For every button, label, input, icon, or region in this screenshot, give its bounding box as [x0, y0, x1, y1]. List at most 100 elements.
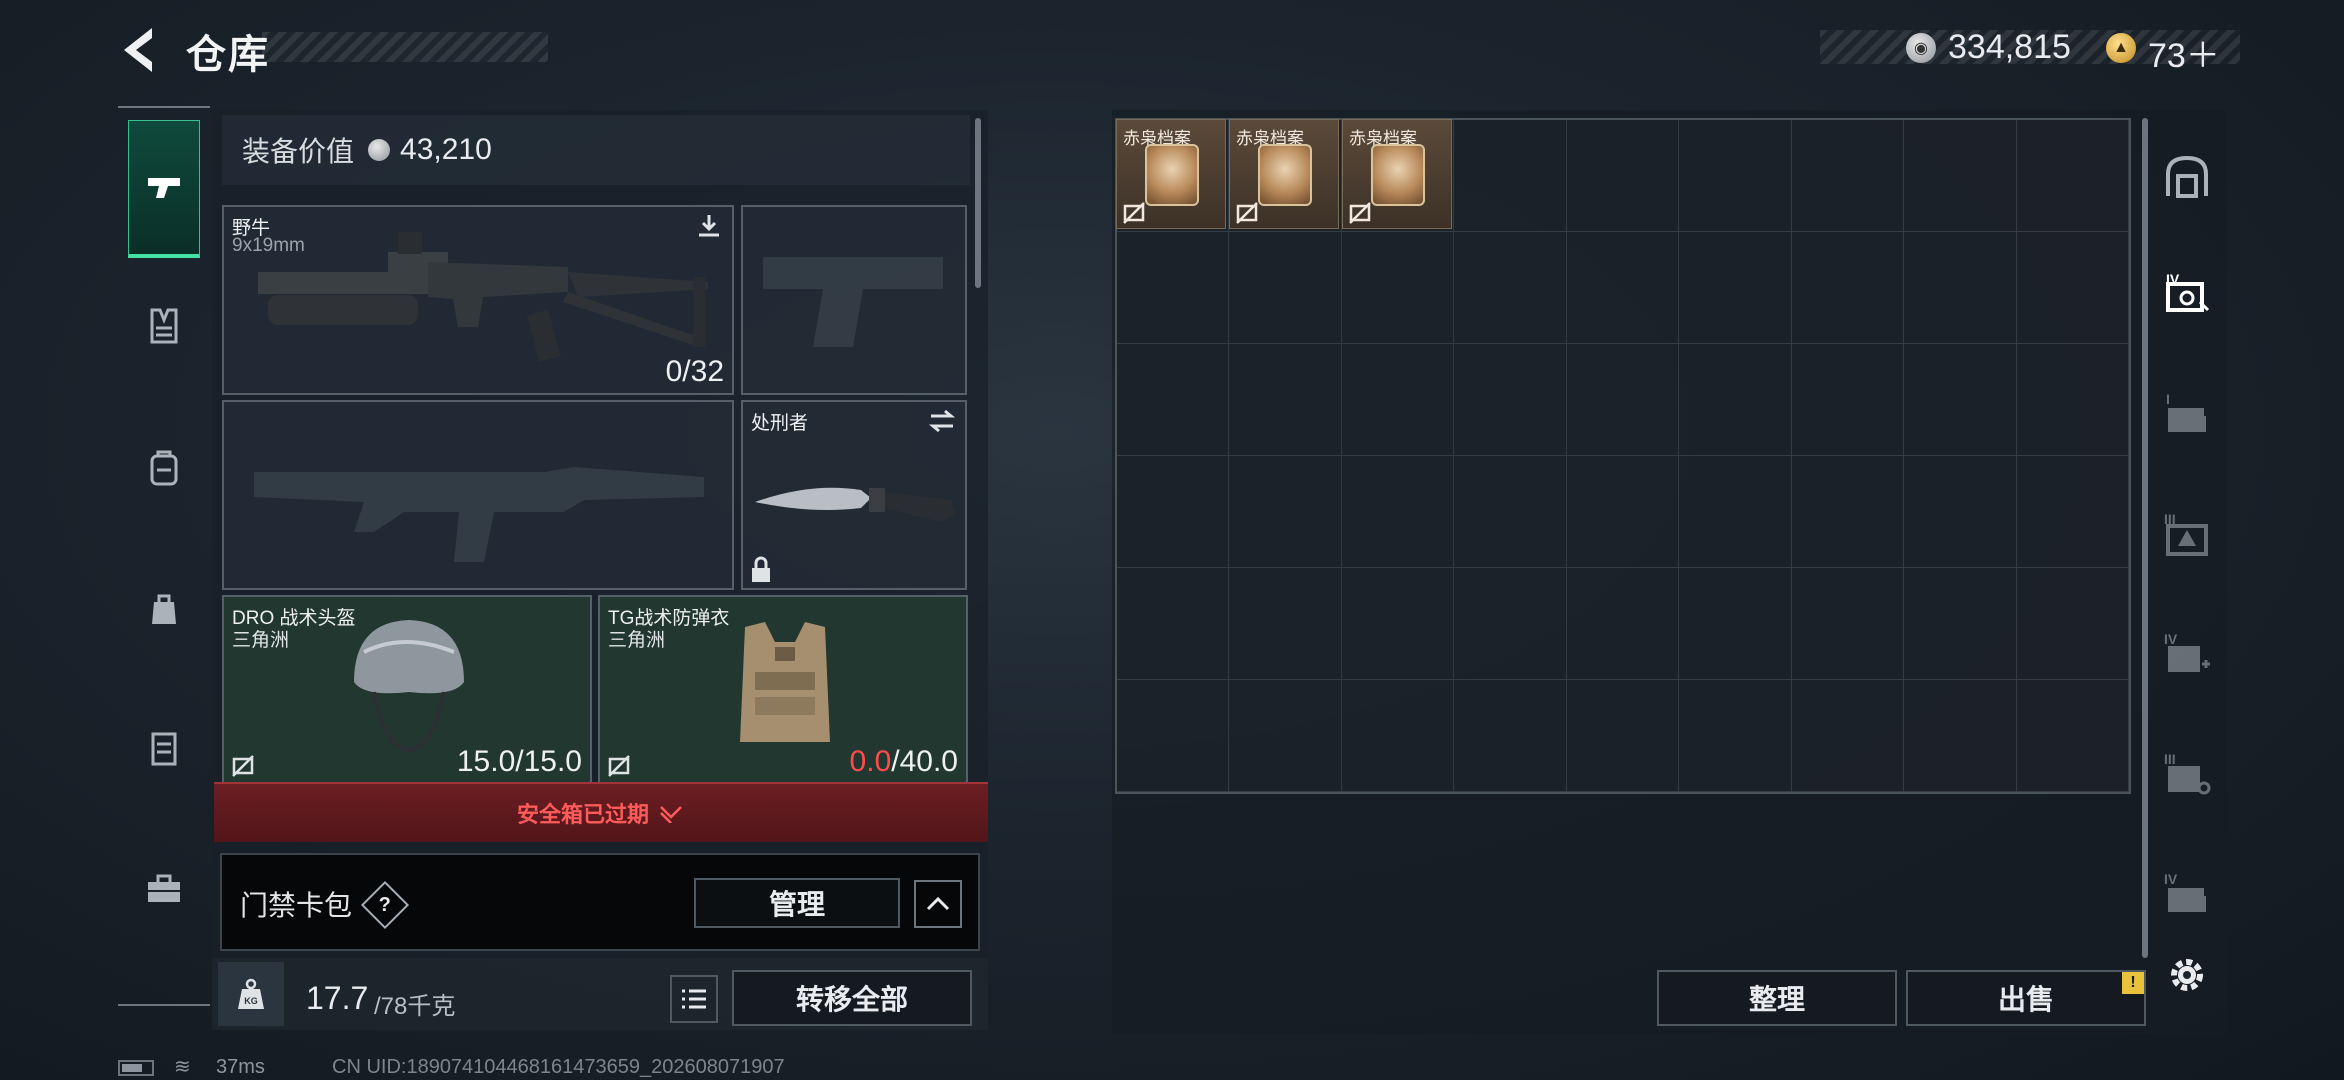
toolbox-icon [148, 874, 180, 902]
grid-cell[interactable] [1904, 120, 2017, 232]
grid-cell[interactable] [1679, 456, 1792, 568]
swap-icon[interactable] [927, 408, 957, 434]
tier-iv-case-tab[interactable]: IV [2160, 268, 2214, 322]
grid-cell[interactable] [1904, 456, 2017, 568]
storage-scrollbar[interactable] [2142, 118, 2148, 958]
grid-cell[interactable] [1117, 232, 1230, 344]
tier-i-case-tab[interactable]: I [2160, 388, 2214, 442]
grid-cell[interactable] [1566, 344, 1680, 456]
primary-weapon-slot[interactable]: 野牛 9x19mm 0/32 [222, 205, 734, 395]
grid-cell[interactable] [1341, 680, 1455, 792]
key-case-icon: III [2164, 751, 2211, 795]
grid-cell[interactable] [1117, 456, 1230, 568]
safebox-expired-banner[interactable]: 安全箱已过期 [214, 782, 988, 842]
melee-slot[interactable]: 处刑者 [741, 400, 967, 590]
tier-iv-medical-tab[interactable]: IV [2160, 628, 2214, 682]
grid-cell[interactable] [1117, 680, 1230, 792]
storage-item[interactable]: 赤枭档案 [1116, 119, 1226, 229]
sort-button[interactable]: 整理 [1657, 970, 1897, 1026]
grid-cell[interactable] [1566, 680, 1680, 792]
armor-slot[interactable]: TG战术防弹衣 三角洲 0.0/40.0 [598, 595, 968, 785]
grid-cell[interactable] [1229, 568, 1342, 680]
storage-item[interactable]: 赤枭档案 [1229, 119, 1339, 229]
grid-cell[interactable] [1454, 344, 1567, 456]
grid-cell[interactable] [1791, 344, 1905, 456]
equipment-scrollbar[interactable] [975, 118, 981, 288]
medical-case-icon: IV [2164, 631, 2210, 672]
grid-cell[interactable] [1791, 680, 1905, 792]
rail-item-weapon[interactable] [128, 120, 200, 258]
grid-cell[interactable] [1904, 344, 2017, 456]
grid-cell[interactable] [2016, 568, 2129, 680]
silver-coin-balance[interactable]: 334,815 [1948, 28, 2071, 67]
grid-cell[interactable] [1679, 680, 1792, 792]
grid-cell[interactable] [1904, 232, 2017, 344]
weight-max: /78千克 [374, 993, 456, 1020]
storage-item[interactable]: 赤枭档案 [1342, 119, 1452, 229]
grid-cell[interactable] [1454, 232, 1567, 344]
grid-cell[interactable] [1341, 344, 1455, 456]
tier-iii-warning-tab[interactable]: III [2160, 508, 2214, 562]
rail-item-toolbox[interactable] [128, 828, 200, 948]
grid-cell[interactable] [2016, 680, 2129, 792]
gold-coin-balance[interactable]: 73＋ [2148, 28, 2220, 77]
grid-cell[interactable] [1341, 232, 1455, 344]
rail-item-chest-rig[interactable] [128, 266, 200, 386]
tier-iii-key-tab[interactable]: III [2160, 748, 2214, 802]
grid-cell[interactable] [2016, 456, 2129, 568]
grid-cell[interactable] [1904, 568, 2017, 680]
grid-cell[interactable] [1791, 456, 1905, 568]
owl-file-icon [1258, 144, 1312, 206]
gold-coin-icon: ▲ [2106, 33, 2136, 63]
list-view-button[interactable] [670, 975, 718, 1023]
tier-iv-folder-tab[interactable]: IV [2160, 868, 2214, 922]
grid-cell[interactable] [1117, 568, 1230, 680]
grid-cell[interactable] [1679, 344, 1792, 456]
chevron-up-icon [926, 896, 950, 911]
grid-cell[interactable] [1229, 456, 1342, 568]
safebox-status: 安全箱已过期 [516, 802, 649, 827]
grid-cell[interactable] [1566, 120, 1680, 232]
grid-cell[interactable] [1904, 680, 2017, 792]
grid-cell[interactable] [1791, 120, 1905, 232]
grid-cell[interactable] [1229, 680, 1342, 792]
grid-cell[interactable] [1679, 232, 1792, 344]
grid-cell[interactable] [2016, 232, 2129, 344]
transfer-all-button[interactable]: 转移全部 [732, 970, 972, 1026]
grid-cell[interactable] [2016, 120, 2129, 232]
grid-cell[interactable] [1341, 568, 1455, 680]
back-arrow-button[interactable] [112, 22, 162, 78]
grid-cell[interactable] [1566, 232, 1680, 344]
sell-button[interactable]: 出售 [1906, 970, 2146, 1026]
grid-cell[interactable] [1229, 344, 1342, 456]
rail-item-backpack[interactable] [128, 408, 200, 528]
armor-durability-max: /40.0 [891, 745, 958, 778]
rail-item-case[interactable] [128, 688, 200, 808]
rail-item-pouch[interactable] [128, 548, 200, 668]
secondary-weapon-slot-empty[interactable] [222, 400, 734, 590]
grid-cell[interactable] [1454, 568, 1567, 680]
collapse-button[interactable] [914, 880, 962, 928]
no-trade-icon [1349, 202, 1371, 224]
grid-cell[interactable] [1454, 120, 1567, 232]
grid-cell[interactable] [1566, 456, 1680, 568]
helmet-slot[interactable]: DRO 战术头盔 三角洲 15.0/15.0 [222, 595, 592, 785]
grid-cell[interactable] [1679, 120, 1792, 232]
grid-cell[interactable] [1679, 568, 1792, 680]
pistol-silhouette-icon [763, 257, 943, 347]
grid-cell[interactable] [1791, 232, 1905, 344]
grid-cell[interactable] [1454, 680, 1567, 792]
settings-gear-icon[interactable] [2162, 950, 2212, 1000]
grid-cell[interactable] [2016, 344, 2129, 456]
bag-icon [152, 594, 176, 624]
grid-cell[interactable] [1454, 456, 1567, 568]
manage-button[interactable]: 管理 [694, 878, 900, 928]
grid-cell[interactable] [1791, 568, 1905, 680]
storage-main-tab[interactable] [2160, 150, 2214, 204]
pistol-slot-empty[interactable] [741, 205, 967, 395]
grid-cell[interactable] [1566, 568, 1680, 680]
grid-cell[interactable] [1341, 456, 1455, 568]
grid-cell[interactable] [1117, 344, 1230, 456]
helmet-durability: 15.0/15.0 [456, 745, 582, 778]
grid-cell[interactable] [1229, 232, 1342, 344]
